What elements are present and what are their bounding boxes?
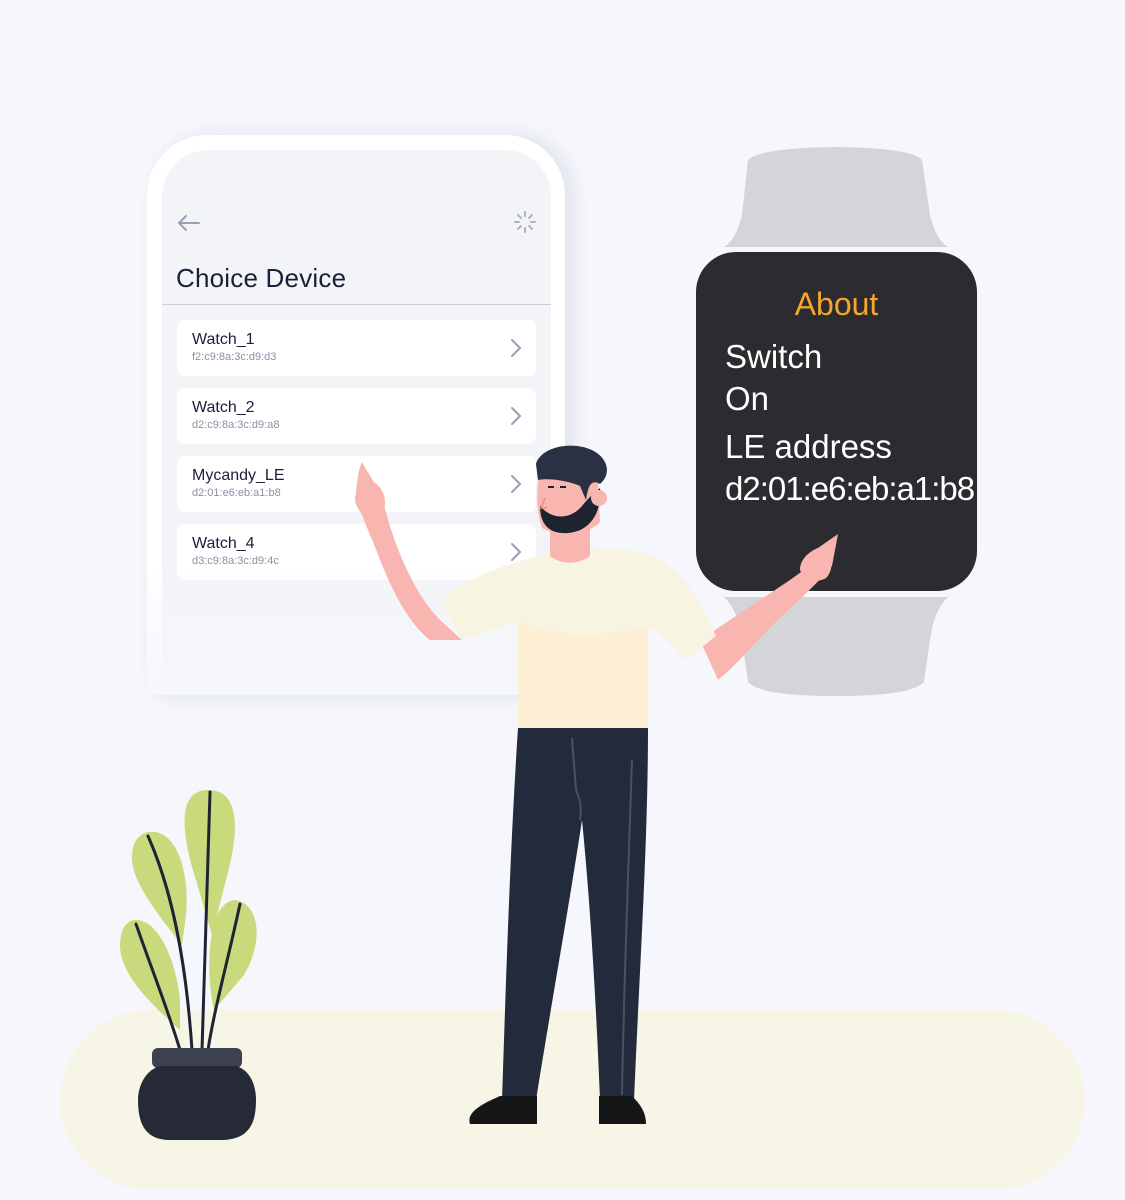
- man-illustration: [355, 445, 838, 1124]
